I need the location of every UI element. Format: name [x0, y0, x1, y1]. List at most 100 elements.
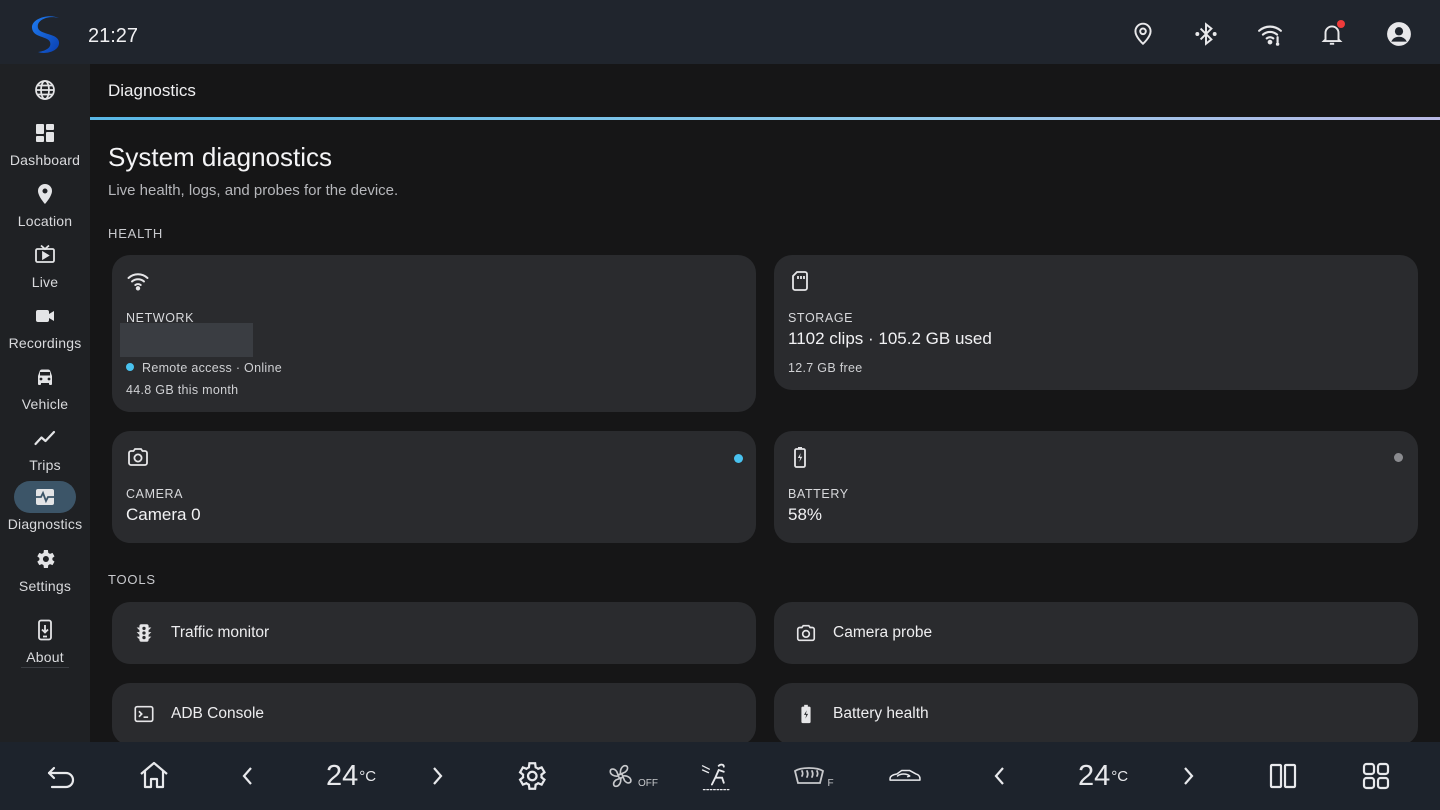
settings-button[interactable] — [513, 756, 549, 796]
battery-value: 58% — [788, 505, 823, 524]
right-temperature: 24 °C — [1070, 756, 1136, 796]
nav-label: Dashboard — [9, 152, 81, 168]
nav-label: Location — [17, 213, 73, 229]
tool-label: ADB Console — [171, 705, 265, 722]
camera-icon — [126, 445, 152, 471]
live-tv-icon — [14, 239, 76, 271]
battery-charging-icon — [788, 445, 814, 471]
trend-line-icon — [14, 422, 76, 454]
app-grid-button[interactable] — [1358, 756, 1394, 796]
online-status-dot — [126, 363, 134, 371]
page-subtitle: Live health, logs, and probes for the de… — [108, 182, 399, 199]
fan-state: OFF — [638, 777, 658, 789]
nav-location[interactable]: Location — [0, 178, 90, 238]
left-temp-decrease[interactable] — [236, 756, 260, 796]
nav-label: About — [26, 649, 64, 665]
nav-label: Diagnostics — [7, 516, 83, 532]
battery-card[interactable]: BATTERY 58% — [774, 431, 1418, 543]
left-temp-value: 24 — [325, 759, 359, 792]
tool-label: Traffic monitor — [171, 624, 270, 641]
network-card[interactable]: NETWORK Remote access · Online 44.8 GB t… — [112, 255, 756, 412]
terminal-icon — [132, 702, 156, 726]
gear-icon — [14, 543, 76, 575]
storage-value: 1102 clips · 105.2 GB used — [788, 329, 992, 348]
page-title: System diagnostics — [108, 142, 332, 172]
network-status: Remote access · Online — [126, 361, 282, 375]
videocam-icon — [14, 300, 76, 332]
nav-label: Recordings — [8, 335, 82, 351]
app-grid-icon — [1362, 762, 1390, 790]
tool-battery-health[interactable]: Battery health — [774, 683, 1418, 742]
defrost-icon — [794, 767, 825, 784]
nav-about[interactable]: About — [0, 614, 90, 674]
storage-card[interactable]: STORAGE 1102 clips · 105.2 GB used 12.7 … — [774, 255, 1418, 390]
car-icon — [14, 361, 76, 393]
sd-card-icon — [788, 269, 814, 295]
nav-trips[interactable]: Trips — [0, 422, 90, 482]
nav-recordings[interactable]: Recordings — [0, 300, 90, 360]
nav-dashboard[interactable]: Dashboard — [0, 117, 90, 177]
section-label-tools: TOOLS — [108, 572, 156, 587]
car-recirculation-icon — [889, 769, 921, 781]
nav-label: Settings — [18, 578, 72, 594]
chevron-left-icon — [242, 767, 252, 785]
tool-adb-console[interactable]: ADB Console — [112, 683, 756, 742]
tool-traffic-monitor[interactable]: Traffic monitor — [112, 602, 756, 664]
defrost-label: F — [827, 777, 834, 789]
app-logo — [31, 16, 60, 53]
right-temp-value: 24 — [1077, 759, 1111, 792]
back-button[interactable] — [43, 756, 79, 796]
notification-badge — [1337, 20, 1345, 28]
camera-icon — [794, 621, 818, 645]
nav-rail: Dashboard Location Live Recordings Vehic… — [0, 64, 90, 742]
tool-camera-probe[interactable]: Camera probe — [774, 602, 1418, 664]
home-button[interactable] — [136, 756, 172, 796]
right-temp-decrease[interactable] — [988, 756, 1012, 796]
temp-unit: °C — [359, 767, 377, 785]
monitor-heart-icon — [14, 481, 76, 513]
status-bar: 21:27 — [0, 0, 1440, 64]
card-label: BATTERY — [788, 487, 849, 501]
nav-label: Live — [31, 274, 59, 290]
top-bar-title: Diagnostics — [108, 81, 196, 100]
account-icon[interactable] — [1385, 20, 1413, 48]
rear-defrost-button[interactable]: F — [790, 756, 836, 796]
climate-bar: 24 °C OFF F 24 °C — [0, 742, 1440, 810]
recirculation-button[interactable] — [880, 756, 930, 796]
card-label: STORAGE — [788, 311, 854, 325]
top-app-bar: Diagnostics — [90, 64, 1440, 120]
nav-settings[interactable]: Settings — [0, 543, 90, 603]
card-label: CAMERA — [126, 487, 184, 501]
gear-icon — [518, 762, 546, 790]
network-usage: 44.8 GB this month — [126, 383, 239, 397]
chevron-right-icon — [433, 767, 443, 785]
nav-diagnostics[interactable]: Diagnostics — [0, 481, 90, 541]
main-content: Diagnostics System diagnostics Live heal… — [90, 64, 1440, 742]
globe-icon — [14, 74, 76, 106]
nav-vehicle[interactable]: Vehicle — [0, 361, 90, 421]
split-screen-button[interactable] — [1265, 756, 1301, 796]
split-view-icon — [1269, 763, 1297, 789]
tool-label: Battery health — [833, 705, 929, 722]
nav-live[interactable]: Live — [0, 239, 90, 299]
nav-label: Vehicle — [21, 396, 69, 412]
left-temperature: 24 °C — [318, 756, 384, 796]
right-temp-increase[interactable] — [1176, 756, 1200, 796]
camera-card[interactable]: CAMERA Camera 0 — [112, 431, 756, 543]
home-icon — [140, 761, 168, 789]
left-temp-increase[interactable] — [425, 756, 449, 796]
airflow-mode-button[interactable] — [697, 756, 737, 796]
network-status-text: Remote access · Online — [142, 361, 282, 375]
wifi-icon — [126, 269, 152, 295]
section-label-health: HEALTH — [108, 226, 164, 241]
redacted-network-name — [120, 323, 253, 357]
wifi-icon[interactable] — [1256, 20, 1284, 48]
temp-unit: °C — [1111, 767, 1129, 785]
fan-button[interactable]: OFF — [606, 756, 658, 796]
bell-icon[interactable] — [1318, 20, 1346, 48]
location-icon — [14, 178, 76, 210]
nav-label: Trips — [29, 457, 61, 473]
chevron-right-icon — [1184, 767, 1194, 785]
location-pin-icon[interactable] — [1129, 20, 1157, 48]
bluetooth-icon[interactable] — [1192, 20, 1220, 48]
